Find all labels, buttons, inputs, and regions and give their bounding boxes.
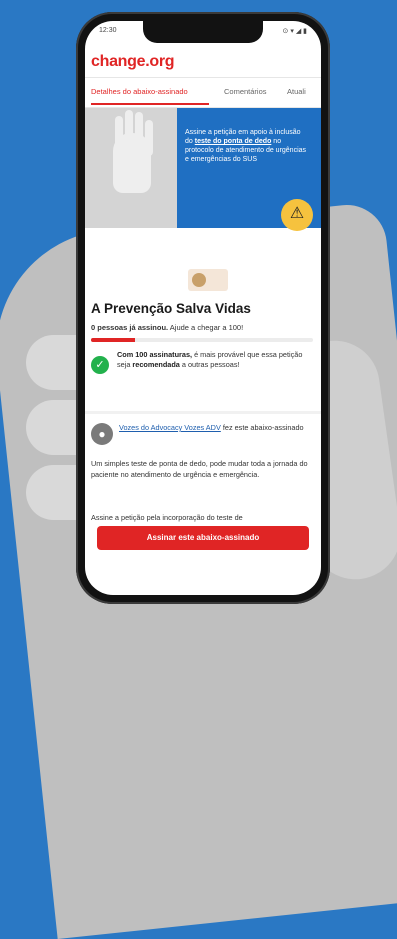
warning-icon: ⚠: [281, 199, 313, 231]
active-tab-indicator: [91, 103, 209, 105]
author-suffix: fez este abaixo-assinado: [220, 423, 304, 432]
status-bar: 12:30 ⊙ ▾ ◢ ▮: [99, 27, 307, 41]
recommendation-note: ✓ Com 100 assinaturas, é mais provável q…: [91, 350, 317, 398]
raised-hand-finger: [125, 110, 133, 146]
author-text: Vozes do Advocacy Vozes ADV fez este aba…: [119, 423, 313, 433]
banner-text: Assine a petição em apoio à inclusão do …: [185, 128, 307, 164]
status-time: 12:30: [99, 27, 117, 34]
tab-comments[interactable]: Comentários: [224, 87, 267, 96]
organization-logo-mark: [192, 273, 206, 287]
raised-hand-finger: [115, 116, 123, 152]
change-org-logo[interactable]: change.org: [91, 53, 175, 71]
banner-text-highlight: teste do ponta de dedo: [194, 138, 272, 145]
status-icons: ⊙ ▾ ◢ ▮: [282, 28, 307, 35]
signer-count-bold: 0 pessoas já assinou.: [91, 323, 169, 332]
sign-petition-button[interactable]: Assinar este abaixo-assinado: [97, 526, 309, 550]
phone-screen: 12:30 ⊙ ▾ ◢ ▮ change.org Detalhes do aba…: [85, 21, 321, 595]
tab-details[interactable]: Detalhes do abaixo-assinado: [91, 87, 188, 96]
petition-description: Um simples teste de ponta de dedo, pode …: [91, 459, 308, 479]
signer-count: 0 pessoas já assinou. Ajude a chegar a 1…: [91, 323, 315, 332]
banner-hand-image: [85, 108, 177, 228]
petition-description-continued: Assine a petição pela incorporação do te…: [91, 513, 243, 522]
note-bold: Com 100 assinaturas,: [117, 350, 193, 359]
divider: [85, 77, 321, 78]
check-circle-icon: ✓: [91, 356, 109, 374]
signature-progress-fill: [91, 338, 136, 342]
section-divider: [85, 411, 321, 414]
raised-hand-finger: [135, 112, 143, 148]
note-bold: recomendada: [132, 359, 180, 369]
petition-author: ● Vozes do Advocacy Vozes ADV fez este a…: [91, 421, 317, 453]
recommendation-text: Com 100 assinaturas, é mais provável que…: [117, 350, 313, 369]
petition-banner: Assine a petição em apoio à inclusão do …: [85, 108, 321, 248]
phone-frame: 12:30 ⊙ ▾ ◢ ▮ change.org Detalhes do aba…: [76, 12, 330, 604]
tab-updates[interactable]: Atuali: [287, 87, 306, 96]
note-text: a outras pessoas!: [179, 359, 240, 369]
raised-hand-finger: [145, 120, 153, 156]
signature-progress-bar: [91, 338, 313, 342]
organization-logo: [188, 269, 228, 291]
signer-goal-text: Ajude a chegar a 100!: [168, 323, 244, 332]
author-link[interactable]: Vozes do Advocacy Vozes ADV: [119, 423, 221, 432]
tab-bar: Detalhes do abaixo-assinado Comentários …: [85, 79, 321, 107]
petition-title: A Prevenção Salva Vidas: [91, 301, 251, 316]
user-avatar-icon: ●: [91, 423, 113, 445]
